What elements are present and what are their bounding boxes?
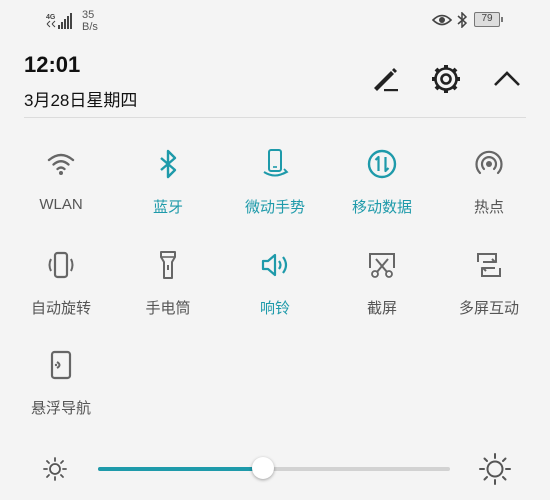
brightness-bar (0, 440, 550, 500)
multi-screen-icon (477, 253, 501, 277)
tile-label: 截屏 (366, 300, 397, 317)
tile-label: 蓝牙 (152, 199, 183, 216)
tile-motion-gesture[interactable]: 微动手势 (220, 149, 330, 229)
edit-button[interactable] (368, 62, 402, 96)
status-bar: 4G 35 B/s 79 (0, 0, 550, 40)
motion-gesture-icon (263, 149, 289, 177)
network-speed: 35 B/s (82, 9, 98, 33)
tile-label: 悬浮导航 (30, 400, 91, 417)
collapse-button[interactable] (490, 62, 524, 96)
signal-icon: 4G (46, 13, 72, 29)
tile-label: 微动手势 (244, 199, 305, 216)
brightness-low-icon (43, 457, 67, 481)
network-type: 4G (46, 14, 56, 21)
tile-ring[interactable]: 响铃 (220, 250, 330, 330)
wifi-icon (47, 153, 75, 175)
tile-label: 自动旋转 (30, 300, 91, 317)
tile-label: 响铃 (259, 300, 290, 317)
battery-icon: 79 (474, 12, 503, 27)
tile-label: 热点 (473, 199, 504, 216)
tile-label: WLAN (39, 196, 83, 213)
tile-hotspot[interactable]: 热点 (434, 149, 544, 229)
ring-icon (261, 253, 288, 277)
bluetooth-icon (160, 149, 177, 179)
bluetooth-icon (457, 12, 468, 28)
tile-multi-screen[interactable]: 多屏互动 (434, 250, 544, 330)
tile-flashlight[interactable]: 手电筒 (113, 250, 223, 330)
mobile-data-icon (367, 149, 397, 179)
tile-wlan[interactable]: WLAN (6, 149, 116, 229)
tile-screenshot[interactable]: 截屏 (327, 250, 437, 330)
tile-label: 移动数据 (351, 199, 412, 216)
flashlight-icon (160, 251, 176, 279)
auto-rotate-icon (48, 251, 74, 279)
edit-icon (374, 68, 398, 92)
settings-icon (432, 65, 460, 93)
clock-time: 12:01 (24, 52, 81, 77)
date-label: 3月28日星期四 (24, 91, 138, 110)
brightness-thumb[interactable] (252, 457, 274, 479)
brightness-fill (98, 467, 263, 471)
brightness-high-icon (479, 453, 511, 485)
hotspot-icon (475, 150, 503, 175)
brightness-track[interactable] (98, 467, 450, 471)
tile-label: 多屏互动 (458, 300, 519, 317)
screenshot-icon (369, 253, 395, 278)
tile-label: 手电筒 (145, 300, 191, 317)
floating-dock-icon (50, 350, 72, 380)
tile-floating-dock[interactable]: 悬浮导航 (6, 350, 116, 430)
collapse-icon (494, 71, 520, 86)
speed-value: 35 (82, 9, 95, 21)
settings-button[interactable] (429, 62, 463, 96)
tile-mobile-data[interactable]: 移动数据 (327, 149, 437, 229)
eye-icon (432, 14, 452, 26)
speed-unit: B/s (82, 21, 98, 33)
tile-bluetooth[interactable]: 蓝牙 (113, 149, 223, 229)
tile-auto-rotate[interactable]: 自动旋转 (6, 250, 116, 330)
header-divider (24, 117, 526, 118)
